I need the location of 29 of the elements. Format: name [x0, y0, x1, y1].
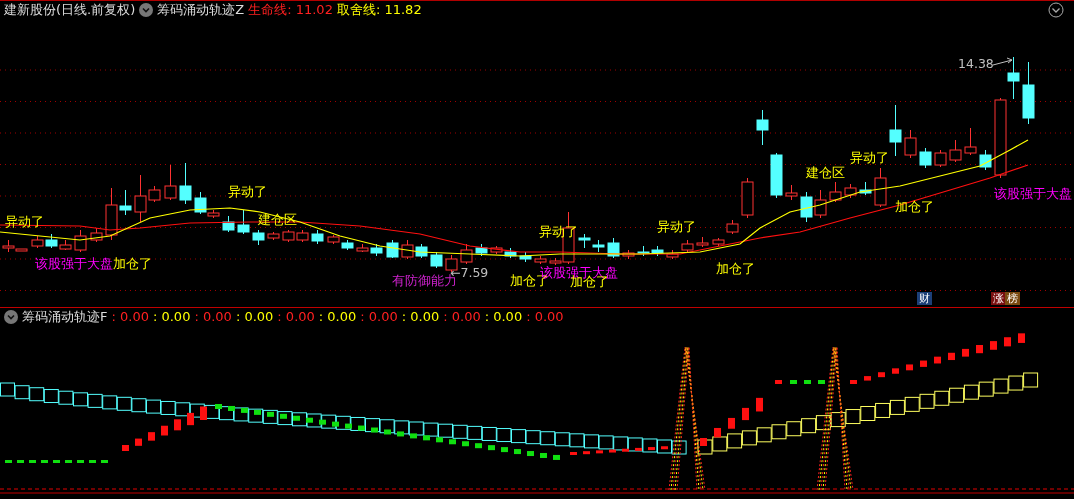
- indicator-value: : 0.00: [360, 308, 398, 325]
- signal-label: 加仓了: [716, 262, 755, 276]
- info-tag[interactable]: 财: [917, 292, 932, 305]
- signal-label: 加仓了: [113, 257, 152, 271]
- signal-label: 异动了: [657, 220, 696, 234]
- indicator-value: : 0.00: [318, 308, 357, 325]
- indicator-value: : 0.00: [152, 308, 191, 325]
- indicator-value: : 0.00: [443, 308, 481, 325]
- signal-label: 异动了: [228, 185, 267, 199]
- signal-label: 建仓区: [806, 166, 845, 180]
- indicator-value: 取舍线: 11.82: [336, 1, 422, 18]
- signal-label: 异动了: [850, 151, 889, 165]
- signal-label: 异动了: [539, 225, 578, 239]
- indicator-value: : 0.00: [111, 308, 149, 325]
- indicator-name: 筹码涌动轨迹Z: [157, 1, 245, 18]
- price-label: 14.38: [958, 57, 994, 71]
- signal-label: 异动了: [5, 215, 44, 229]
- info-tag[interactable]: 榜: [1005, 292, 1020, 305]
- signal-label: 该股强于大盘: [35, 257, 113, 271]
- indicator-value: : 0.00: [277, 308, 315, 325]
- indicator-value: 生命线: 11.02: [248, 1, 333, 18]
- indicator-value: : 0.00: [526, 308, 564, 325]
- signal-label: 该股强于大盘: [994, 187, 1072, 201]
- stock-title: 建新股份(日线.前复权): [4, 1, 136, 18]
- indicator-value: : 0.00: [235, 308, 274, 325]
- indicator-value: : 0.00: [484, 308, 523, 325]
- indicator-value: : 0.00: [401, 308, 440, 325]
- indicator-name: 筹码涌动轨迹F: [22, 308, 108, 325]
- indicator-value: : 0.00: [194, 308, 232, 325]
